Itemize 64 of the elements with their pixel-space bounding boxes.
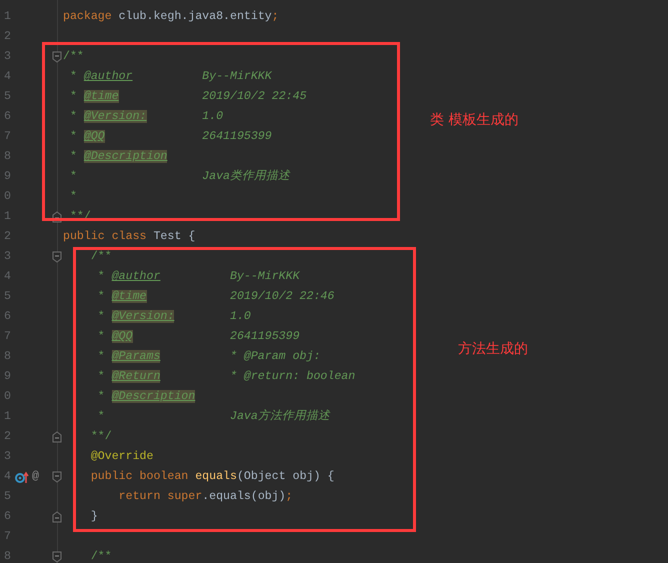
line-number: 1 xyxy=(3,9,11,26)
line-number: 7 xyxy=(3,129,11,146)
callout-label: 方法生成的 xyxy=(458,340,528,359)
code-line: * Java方法作用描述 xyxy=(96,408,330,426)
line-number: 5 xyxy=(3,89,11,106)
code-line: } xyxy=(90,509,98,526)
line-number: 8 xyxy=(3,549,11,563)
code-line: public class Test { xyxy=(63,229,196,246)
line-number: 4 xyxy=(3,469,11,486)
fold-icon[interactable] xyxy=(52,471,62,483)
fold-icon[interactable] xyxy=(52,551,62,563)
line-number: 7 xyxy=(3,329,11,346)
line-number: 5 xyxy=(3,489,11,506)
line-number: 0 xyxy=(3,389,11,406)
line-number: 3 xyxy=(3,449,11,466)
code-line: package club.kegh.java8.entity; xyxy=(63,9,279,26)
line-number: 4 xyxy=(3,269,11,286)
line-number: 5 xyxy=(3,289,11,306)
code-line: /** xyxy=(63,49,84,66)
code-line: * @Description xyxy=(96,389,196,406)
code-line: /** xyxy=(90,249,112,266)
code-line: * @QQ 2641195399 xyxy=(96,329,300,346)
fold-icon[interactable] xyxy=(52,511,62,523)
code-line: /** xyxy=(90,549,112,563)
callout-label: 类 模板生成的 xyxy=(430,111,518,130)
line-number: 6 xyxy=(3,309,11,326)
annotation-marker[interactable]: @ xyxy=(32,468,39,486)
code-line: * @Version: 1.0 xyxy=(68,109,224,126)
code-line: * @Return * @return: boolean xyxy=(96,369,356,386)
line-number: 3 xyxy=(3,49,11,66)
code-line: * @time 2019/10/2 22:45 xyxy=(68,89,307,106)
line-number: 9 xyxy=(3,169,11,186)
line-number: 1 xyxy=(3,409,11,426)
line-number: 4 xyxy=(3,69,11,86)
code-line: * Java类作用描述 xyxy=(68,168,290,186)
code-line: * @Description xyxy=(68,149,168,166)
line-number: 2 xyxy=(3,429,11,446)
code-line: * @author By--MirKKK xyxy=(68,69,272,86)
fold-icon[interactable] xyxy=(52,251,62,263)
code-line: **/ xyxy=(68,209,91,226)
code-line: * @Version: 1.0 xyxy=(96,309,251,326)
code-line: return super.equals(obj); xyxy=(118,489,293,506)
code-line: **/ xyxy=(90,429,112,446)
code-line: * @QQ 2641195399 xyxy=(68,129,272,146)
line-number: 9 xyxy=(3,369,11,386)
line-number: 0 xyxy=(3,189,11,206)
code-line: @Override xyxy=(90,449,154,466)
line-number: 6 xyxy=(3,509,11,526)
line-number: 8 xyxy=(3,349,11,366)
line-number: 8 xyxy=(3,149,11,166)
line-number: 2 xyxy=(3,29,11,46)
line-number: 6 xyxy=(3,109,11,126)
line-number: 1 xyxy=(3,209,11,226)
code-line: * xyxy=(68,189,77,206)
code-line: public boolean equals(Object obj) { xyxy=(90,469,334,486)
line-number: 2 xyxy=(3,229,11,246)
line-number: 3 xyxy=(3,249,11,266)
code-line: * @author By--MirKKK xyxy=(96,269,300,286)
code-line: * @Params * @Param obj: xyxy=(96,349,320,366)
line-number: 7 xyxy=(3,529,11,546)
code-line: * @time 2019/10/2 22:46 xyxy=(96,289,334,306)
fold-icon[interactable] xyxy=(52,51,62,63)
override-icon[interactable] xyxy=(15,470,29,483)
fold-icon[interactable] xyxy=(52,431,62,443)
